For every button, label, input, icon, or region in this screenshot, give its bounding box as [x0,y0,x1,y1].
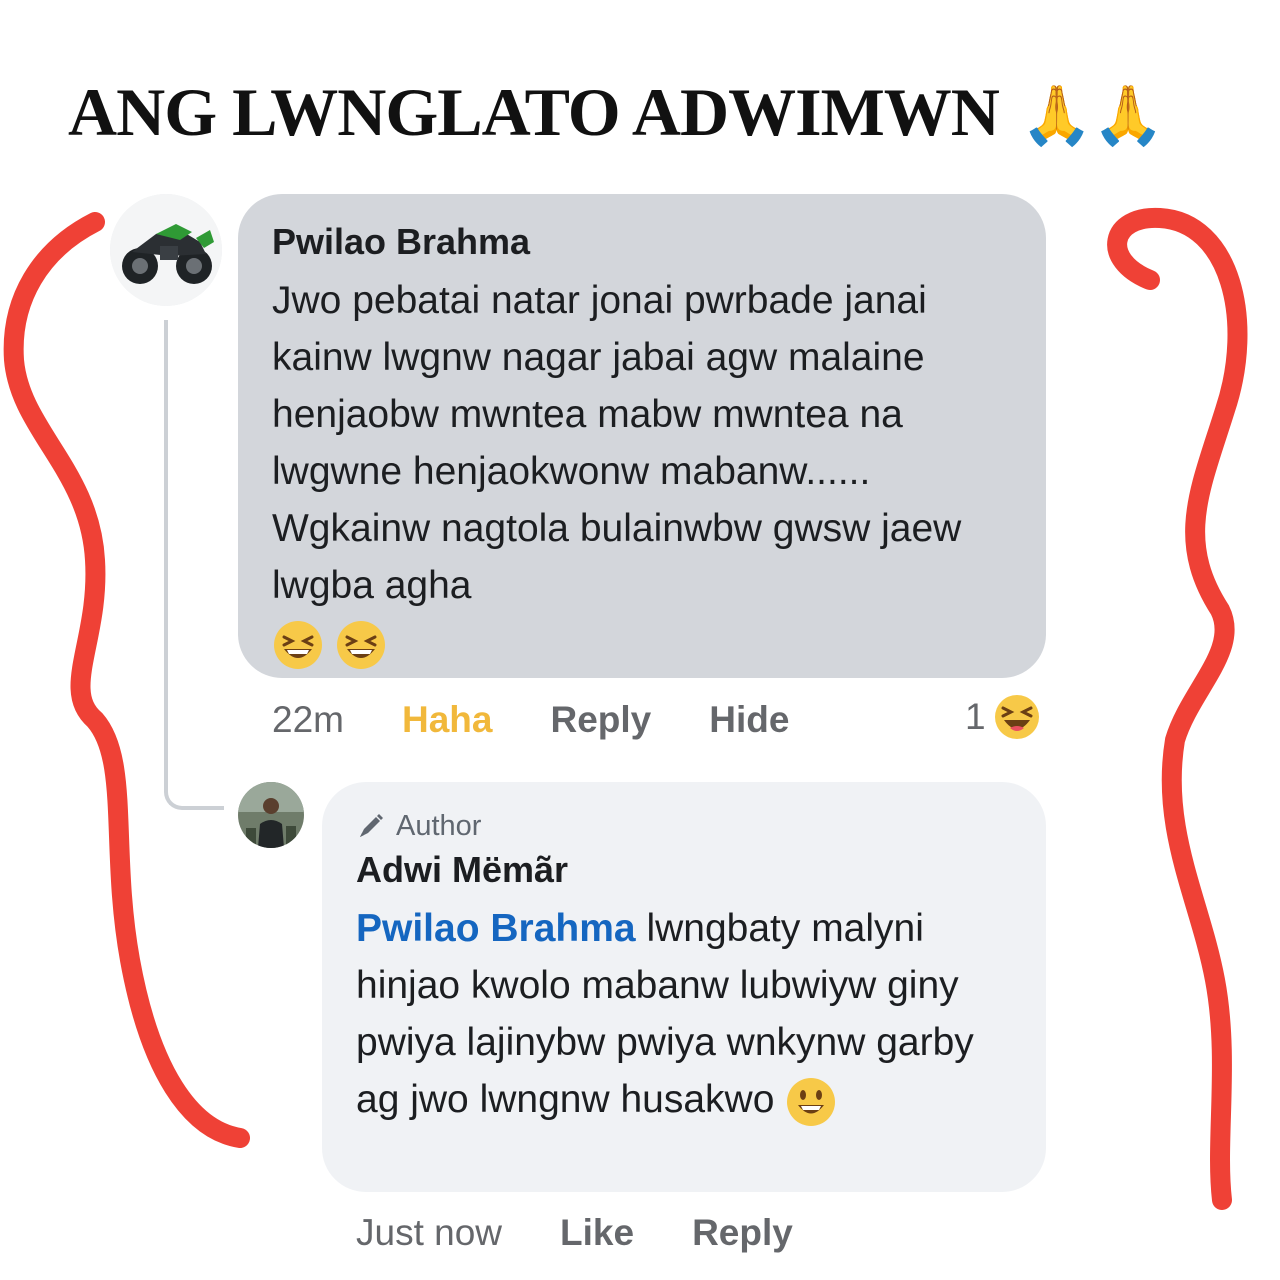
author-badge-label: Author [396,809,482,842]
reply-actions: Just now Like Reply [356,1212,851,1254]
haha-reaction-button[interactable]: Haha [402,699,492,741]
motorcycle-avatar-icon [110,194,222,306]
grinning-squinting-face-icon [336,620,385,669]
reply-author-name[interactable]: Adwi Mëmãr [356,846,1012,894]
comment-reply-button[interactable]: Reply [550,699,651,741]
right-red-curve [1107,207,1248,1210]
reply-bubble: Author Adwi Mëmãr Pwilao Brahma lwngbaty… [322,782,1046,1192]
reply-timestamp[interactable]: Just now [356,1212,502,1254]
avatar-adwi-memar[interactable] [238,782,304,848]
hide-button[interactable]: Hide [709,699,789,741]
reaction-count: 1 [965,696,986,737]
reply-text: Pwilao Brahma lwngbaty malyni hinjao kwo… [356,900,1012,1128]
comment-timestamp[interactable]: 22m [272,699,344,741]
thread-connector-line [164,320,224,810]
comment-text: Jwo pebatai natar jonai pwrbade janai ka… [272,272,1012,671]
comment-author-name[interactable]: Pwilao Brahma [272,218,1012,266]
avatar-pwilao-brahma[interactable] [110,194,222,306]
reaction-summary[interactable]: 1 [965,694,1040,740]
author-badge: Author [356,806,1012,846]
mention-link[interactable]: Pwilao Brahma [356,907,636,950]
comment-body: Jwo pebatai natar jonai pwrbade janai ka… [272,279,962,607]
comment-bubble: Pwilao Brahma Jwo pebatai natar jonai pw… [238,194,1046,678]
laughing-face-icon [994,695,1039,739]
reply-reply-button[interactable]: Reply [692,1212,793,1254]
grinning-squinting-face-icon [274,620,322,669]
grinning-face-icon [787,1077,836,1126]
comment-actions: 22m Haha Reply Hide [272,699,847,741]
like-button[interactable]: Like [560,1212,634,1254]
pen-icon [360,814,383,837]
person-avatar-icon [238,782,304,848]
